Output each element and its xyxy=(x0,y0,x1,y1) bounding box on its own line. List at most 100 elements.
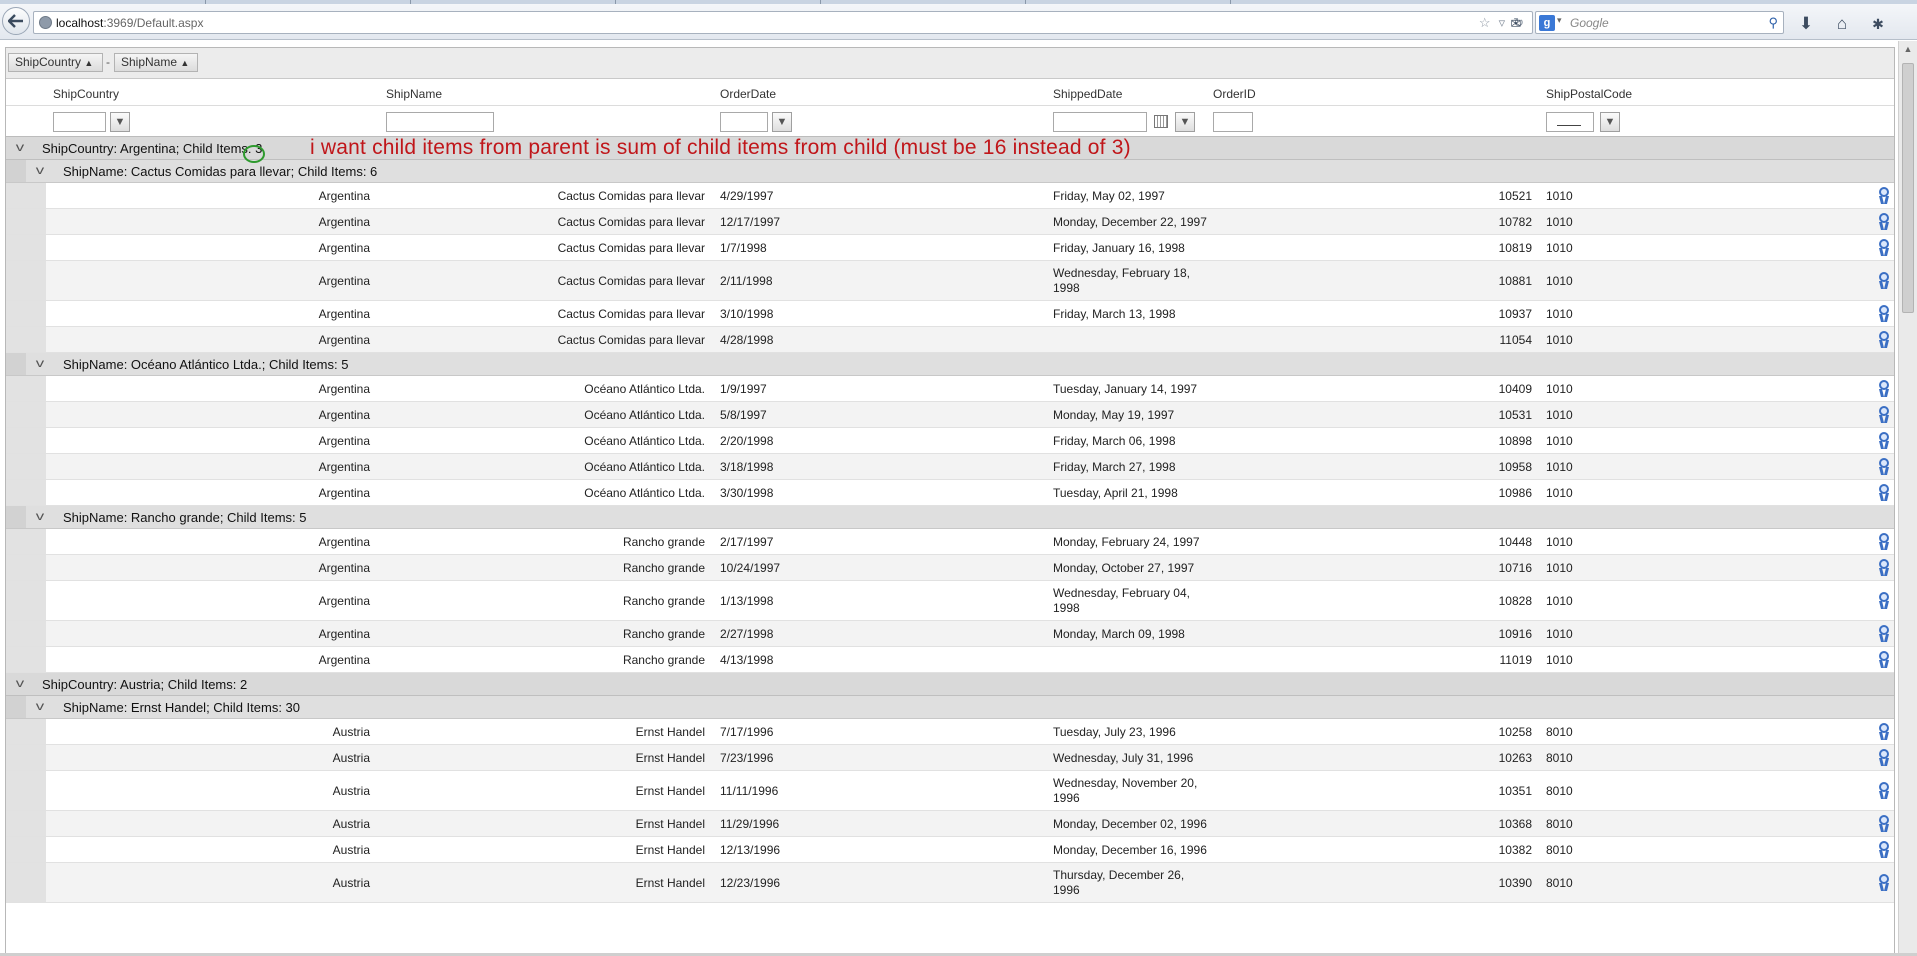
ribbon-icon[interactable] xyxy=(1877,186,1891,205)
scroll-thumb[interactable] xyxy=(1902,63,1914,313)
site-identity-icon[interactable] xyxy=(39,16,52,29)
ribbon-icon[interactable] xyxy=(1877,330,1891,349)
cell-shippeddate: Wednesday, February 04, 1998 xyxy=(1053,585,1190,615)
bookmark-star-icon[interactable]: ☆ xyxy=(1479,15,1491,31)
ribbon-icon[interactable] xyxy=(1877,781,1891,800)
google-engine-icon[interactable]: g xyxy=(1539,15,1555,31)
ribbon-icon[interactable] xyxy=(1877,212,1891,231)
table-row[interactable]: Argentina Océano Atlántico Ltda. 1/9/1997 T… xyxy=(6,376,1894,402)
collapse-chevron-icon[interactable]: v xyxy=(36,699,44,713)
cell-orderdate: 2/20/1998 xyxy=(720,433,774,448)
ribbon-icon[interactable] xyxy=(1877,840,1891,859)
filter-input-orderid[interactable] xyxy=(1213,112,1253,132)
column-header-shipname[interactable]: ShipName xyxy=(386,87,442,101)
column-header-shipcountry[interactable]: ShipCountry xyxy=(53,87,119,101)
scroll-up-icon[interactable]: ▲ xyxy=(1903,44,1913,56)
cell-orderdate: 3/18/1998 xyxy=(720,459,774,474)
filter-icon[interactable]: ▼ xyxy=(1600,112,1620,132)
ribbon-icon[interactable] xyxy=(1877,271,1891,290)
ribbon-icon[interactable] xyxy=(1877,624,1891,643)
filter-icon[interactable]: ▼ xyxy=(110,112,130,132)
table-row[interactable]: Argentina Cactus Comidas para llevar 2/11/… xyxy=(6,261,1894,301)
group-chip-shipname[interactable]: ShipName ▲ xyxy=(114,53,198,72)
table-row[interactable]: Austria Ernst Handel 12/13/1996 Monday, Dec… xyxy=(6,837,1894,863)
cell-shipname: Océano Atlántico Ltda. xyxy=(584,433,705,448)
ribbon-icon[interactable] xyxy=(1877,748,1891,767)
ribbon-icon[interactable] xyxy=(1877,558,1891,577)
table-row[interactable]: Argentina Rancho grande 1/13/1998 Wednesday… xyxy=(6,581,1894,621)
table-row[interactable]: Austria Ernst Handel 7/17/1996 Tuesday, Jul… xyxy=(6,719,1894,745)
address-bar[interactable]: localhost:3969/Default.aspx ☆ ▿ ↻ xyxy=(33,11,1533,34)
history-dropdown-icon[interactable]: ▿ xyxy=(1499,15,1506,31)
collapse-chevron-icon[interactable]: v xyxy=(36,356,44,370)
group-chip-shipcountry[interactable]: ShipCountry ▲ xyxy=(8,53,103,72)
column-header-orderdate[interactable]: OrderDate xyxy=(720,87,776,101)
collapse-chevron-icon[interactable]: v xyxy=(36,509,44,523)
cell-shipcountry: Argentina xyxy=(318,306,370,321)
ribbon-icon[interactable] xyxy=(1877,814,1891,833)
column-header-shippeddate[interactable]: ShippedDate xyxy=(1053,87,1122,101)
group-separator: - xyxy=(106,55,110,69)
column-header-shippostalcode[interactable]: ShipPostalCode xyxy=(1546,87,1632,101)
table-row[interactable]: Argentina Océano Atlántico Ltda. 2/20/1998… xyxy=(6,428,1894,454)
engine-dropdown-icon[interactable]: ▾ xyxy=(1557,15,1562,26)
collapse-chevron-icon[interactable]: v xyxy=(36,163,44,177)
table-row[interactable]: Argentina Cactus Comidas para llevar 1/7/1… xyxy=(6,235,1894,261)
cell-orderdate: 10/24/1997 xyxy=(720,560,781,575)
table-row[interactable]: Argentina Cactus Comidas para llevar 4/29/… xyxy=(6,183,1894,209)
cell-shippeddate: Monday, October 27, 1997 xyxy=(1053,560,1195,575)
ribbon-icon[interactable] xyxy=(1877,457,1891,476)
table-row[interactable]: Argentina Océano Atlántico Ltda. 3/30/1998… xyxy=(6,480,1894,506)
filter-input-shippeddate[interactable] xyxy=(1053,112,1147,132)
table-row[interactable]: Austria Ernst Handel 12/23/1996 Thursday, D… xyxy=(6,863,1894,903)
home-icon[interactable]: ⌂ xyxy=(1832,14,1852,34)
filter-icon[interactable]: ▼ xyxy=(772,112,792,132)
table-row[interactable]: Argentina Rancho grande 2/17/1997 Monday, F… xyxy=(6,529,1894,555)
filter-input-orderdate[interactable] xyxy=(720,112,768,132)
ribbon-icon[interactable] xyxy=(1877,722,1891,741)
collapse-chevron-icon[interactable]: v xyxy=(16,676,24,690)
table-row[interactable]: Austria Ernst Handel 7/23/1996 Wednesday, J… xyxy=(6,745,1894,771)
table-row[interactable]: Austria Ernst Handel 11/11/1996 Wednesday, … xyxy=(6,771,1894,811)
calendar-icon[interactable] xyxy=(1154,115,1168,128)
cell-shippostalcode: 8010 xyxy=(1546,875,1573,890)
cell-shipcountry: Argentina xyxy=(318,381,370,396)
back-button[interactable] xyxy=(2,7,30,35)
vertical-scrollbar[interactable]: ▲ xyxy=(1898,41,1917,956)
ribbon-icon[interactable] xyxy=(1877,379,1891,398)
filter-input-shipcountry[interactable] xyxy=(53,112,106,132)
ribbon-icon[interactable] xyxy=(1877,873,1891,892)
cell-orderdate: 4/13/1998 xyxy=(720,652,774,667)
search-bar[interactable]: g ▾ Google ⚲ xyxy=(1535,11,1784,34)
table-row[interactable]: Argentina Océano Atlántico Ltda. 3/18/1998… xyxy=(6,454,1894,480)
download-icon[interactable]: ⬇ xyxy=(1796,14,1816,34)
table-row[interactable]: Argentina Cactus Comidas para llevar 4/28/… xyxy=(6,327,1894,353)
collapse-chevron-icon[interactable]: v xyxy=(16,140,24,154)
ribbon-icon[interactable] xyxy=(1877,591,1891,610)
table-row[interactable]: Argentina Rancho grande 4/13/1998 11019 1010 xyxy=(6,647,1894,673)
ribbon-icon[interactable] xyxy=(1877,238,1891,257)
table-row[interactable]: Argentina Cactus Comidas para llevar 12/17… xyxy=(6,209,1894,235)
ribbon-icon[interactable] xyxy=(1877,405,1891,424)
row-indent xyxy=(6,863,46,902)
table-row[interactable]: Argentina Rancho grande 10/24/1997 Monday, … xyxy=(6,555,1894,581)
mail-icon[interactable]: ✉ xyxy=(1506,14,1526,34)
ribbon-icon[interactable] xyxy=(1877,650,1891,669)
column-header-orderid[interactable]: OrderID xyxy=(1213,87,1256,101)
filter-input-shippostalcode[interactable] xyxy=(1546,112,1594,132)
table-row[interactable]: Argentina Océano Atlántico Ltda. 5/8/1997 M… xyxy=(6,402,1894,428)
annotation-text: i want child items from parent is sum of… xyxy=(310,136,1131,159)
filter-input-shipname[interactable] xyxy=(386,112,494,132)
cell-orderdate: 1/9/1997 xyxy=(720,381,767,396)
ribbon-icon[interactable] xyxy=(1877,431,1891,450)
table-row[interactable]: Austria Ernst Handel 11/29/1996 Monday, Dec… xyxy=(6,811,1894,837)
table-row[interactable]: Argentina Rancho grande 2/27/1998 Monday, M… xyxy=(6,621,1894,647)
ribbon-icon[interactable] xyxy=(1877,532,1891,551)
table-row[interactable]: Argentina Cactus Comidas para llevar 3/10/… xyxy=(6,301,1894,327)
filter-icon[interactable]: ▼ xyxy=(1175,112,1195,132)
cell-shippostalcode: 8010 xyxy=(1546,842,1573,857)
ribbon-icon[interactable] xyxy=(1877,483,1891,502)
ribbon-icon[interactable] xyxy=(1877,304,1891,323)
addon-icon[interactable]: ✱ xyxy=(1868,14,1888,34)
search-go-icon[interactable]: ⚲ xyxy=(1768,15,1778,31)
